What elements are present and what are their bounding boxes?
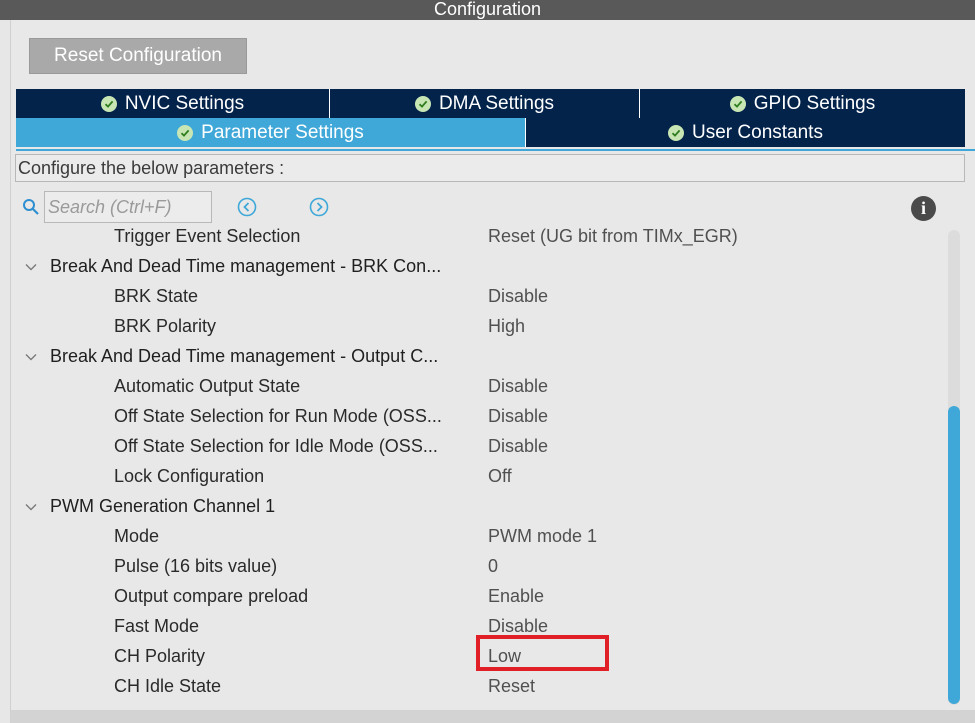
group-brk-configuration[interactable]: Break And Dead Time management - BRK Con… [11,251,946,281]
tab-parameter-settings[interactable]: Parameter Settings [16,118,526,147]
search-input[interactable] [44,191,212,223]
param-name: Mode [114,526,160,546]
param-name: BRK Polarity [114,316,217,336]
chevron-down-icon[interactable] [24,498,38,519]
tab-row-top: NVIC Settings DMA Settings GPIO Settings [16,89,965,118]
tab-dma-settings[interactable]: DMA Settings [330,89,640,118]
next-icon[interactable] [309,197,329,222]
group-name: Break And Dead Time management - BRK Con… [50,256,442,276]
check-icon [100,95,117,112]
param-value: Off [488,466,512,486]
previous-icon[interactable] [237,197,257,222]
tab-underline [16,149,975,151]
chevron-down-icon[interactable] [24,258,38,279]
param-row-ch-idle-state[interactable]: CH Idle State Reset [11,671,946,701]
param-row-ossr[interactable]: Off State Selection for Run Mode (OSS...… [11,401,946,431]
param-value: 0 [488,556,499,576]
group-name: Break And Dead Time management - Output … [50,346,439,366]
tab-user-constants[interactable]: User Constants [526,118,965,147]
reset-configuration-button[interactable]: Reset Configuration [29,38,247,74]
param-name: BRK State [114,286,199,306]
search-icon[interactable] [22,198,40,221]
param-name: CH Polarity [114,646,206,666]
tab-row-bottom: Parameter Settings User Constants [16,118,965,147]
group-output-configuration[interactable]: Break And Dead Time management - Output … [11,341,946,371]
bottom-bar [11,710,975,723]
param-value: Disable [488,436,549,456]
param-name: Fast Mode [114,616,200,636]
group-pwm-channel-1[interactable]: PWM Generation Channel 1 [11,491,946,521]
param-row-lock-configuration[interactable]: Lock Configuration Off [11,461,946,491]
param-row-ossi[interactable]: Off State Selection for Idle Mode (OSS..… [11,431,946,461]
param-name: Lock Configuration [114,466,265,486]
check-icon [668,124,685,141]
tab-nvic-settings[interactable]: NVIC Settings [16,89,330,118]
window-title: Configuration [0,0,975,20]
tab-label: DMA Settings [438,92,555,114]
param-name: Automatic Output State [114,376,301,396]
param-row-brk-polarity[interactable]: BRK Polarity High [11,311,946,341]
tab-label: User Constants [692,121,823,143]
param-name: Off State Selection for Run Mode (OSS... [114,406,442,426]
param-value: Disable [488,286,549,306]
param-name: Off State Selection for Idle Mode (OSS..… [114,436,438,456]
param-row-trigger-event[interactable]: Trigger Event Selection Reset (UG bit fr… [11,221,946,251]
param-name: Output compare preload [114,586,309,606]
highlight-box [476,635,609,671]
param-name: Trigger Event Selection [114,226,301,246]
param-value: Disable [488,406,549,426]
param-value: Reset (UG bit from TIMx_EGR) [488,226,738,246]
param-value: High [488,316,526,336]
param-row-automatic-output[interactable]: Automatic Output State Disable [11,371,946,401]
scrollbar-thumb[interactable] [948,406,960,704]
group-name: PWM Generation Channel 1 [50,496,276,516]
param-row-output-compare-preload[interactable]: Output compare preload Enable [11,581,946,611]
param-value: Reset [488,676,536,696]
info-icon[interactable]: i [911,196,936,221]
tab-label: NVIC Settings [124,92,245,114]
param-row-pulse[interactable]: Pulse (16 bits value) 0 [11,551,946,581]
tab-label: GPIO Settings [753,92,876,114]
param-value: Disable [488,376,549,396]
configure-label: Configure the below parameters : [15,154,965,182]
param-value: Disable [488,616,549,636]
tab-label: Parameter Settings [201,121,364,143]
configuration-panel: Reset Configuration NVIC Settings DMA Se… [10,20,975,723]
param-row-brk-state[interactable]: BRK State Disable [11,281,946,311]
param-name: CH Idle State [114,676,222,696]
check-icon [414,95,431,112]
param-name: Pulse (16 bits value) [114,556,278,576]
parameter-list: Trigger Event Selection Reset (UG bit fr… [11,221,946,701]
check-icon [729,95,746,112]
param-value: Enable [488,586,545,606]
chevron-down-icon[interactable] [24,348,38,369]
param-value: PWM mode 1 [488,526,598,546]
check-icon [177,124,194,141]
tab-gpio-settings[interactable]: GPIO Settings [640,89,965,118]
param-row-mode[interactable]: Mode PWM mode 1 [11,521,946,551]
